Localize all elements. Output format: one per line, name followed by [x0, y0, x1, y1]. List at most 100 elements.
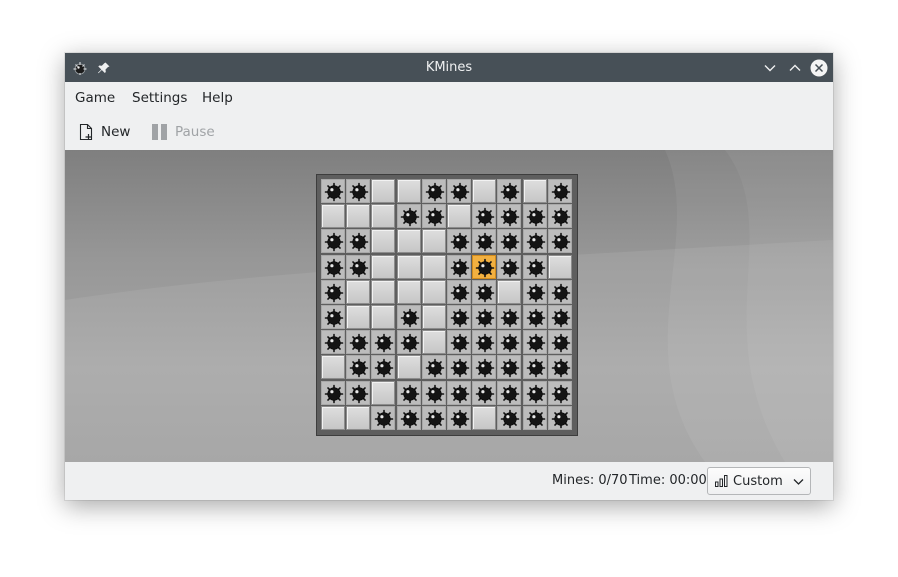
mine-cell[interactable]	[346, 229, 371, 254]
covered-cell[interactable]	[472, 405, 497, 430]
covered-cell[interactable]	[371, 229, 396, 254]
mine-cell[interactable]	[472, 204, 497, 229]
mine-cell[interactable]	[447, 330, 471, 355]
mine-cell[interactable]	[447, 229, 471, 254]
mine-cell[interactable]	[321, 330, 345, 355]
covered-cell[interactable]	[371, 305, 396, 329]
mine-cell[interactable]	[396, 380, 421, 405]
covered-cell[interactable]	[321, 355, 345, 380]
covered-cell[interactable]	[371, 179, 396, 203]
covered-cell[interactable]	[472, 179, 497, 203]
close-icon[interactable]	[809, 53, 829, 82]
covered-cell[interactable]	[497, 279, 522, 304]
mine-cell[interactable]	[547, 204, 572, 229]
mine-cell[interactable]	[396, 305, 421, 329]
mine-cell[interactable]	[321, 380, 345, 405]
covered-cell[interactable]	[396, 179, 421, 203]
covered-cell[interactable]	[321, 204, 345, 229]
mine-cell[interactable]	[547, 305, 572, 329]
mine-cell[interactable]	[371, 330, 396, 355]
mine-cell[interactable]	[472, 305, 497, 329]
mine-cell[interactable]	[522, 229, 547, 254]
mine-cell[interactable]	[522, 279, 547, 304]
covered-cell[interactable]	[371, 380, 396, 405]
menu-settings[interactable]: Settings	[132, 82, 187, 114]
mine-cell[interactable]	[371, 355, 396, 380]
exploded-mine-cell[interactable]	[472, 254, 497, 279]
covered-cell[interactable]	[371, 204, 396, 229]
covered-cell[interactable]	[371, 254, 396, 279]
mine-cell[interactable]	[497, 305, 522, 329]
mine-cell[interactable]	[447, 355, 471, 380]
covered-cell[interactable]	[346, 204, 371, 229]
covered-cell[interactable]	[346, 279, 371, 304]
mine-cell[interactable]	[447, 279, 471, 304]
mine-cell[interactable]	[522, 204, 547, 229]
maximize-icon[interactable]	[786, 53, 804, 82]
mine-cell[interactable]	[497, 204, 522, 229]
covered-cell[interactable]	[421, 330, 446, 355]
mine-cell[interactable]	[472, 355, 497, 380]
mine-cell[interactable]	[497, 330, 522, 355]
covered-cell[interactable]	[522, 179, 547, 203]
mine-cell[interactable]	[497, 229, 522, 254]
covered-cell[interactable]	[396, 279, 421, 304]
covered-cell[interactable]	[396, 254, 421, 279]
covered-cell[interactable]	[346, 305, 371, 329]
mine-cell[interactable]	[396, 204, 421, 229]
mine-cell[interactable]	[497, 405, 522, 430]
mine-cell[interactable]	[421, 355, 446, 380]
pause-button[interactable]: Pause	[151, 118, 215, 146]
covered-cell[interactable]	[547, 254, 572, 279]
mine-cell[interactable]	[522, 355, 547, 380]
title-bar[interactable]: KMines	[65, 53, 833, 82]
mine-cell[interactable]	[547, 380, 572, 405]
mine-cell[interactable]	[547, 355, 572, 380]
mine-cell[interactable]	[321, 305, 345, 329]
mine-cell[interactable]	[421, 204, 446, 229]
menu-help[interactable]: Help	[202, 82, 233, 114]
mine-cell[interactable]	[447, 254, 471, 279]
minimize-icon[interactable]	[761, 53, 779, 82]
mine-cell[interactable]	[497, 179, 522, 203]
mine-cell[interactable]	[421, 179, 446, 203]
mine-cell[interactable]	[321, 279, 345, 304]
covered-cell[interactable]	[421, 305, 446, 329]
covered-cell[interactable]	[421, 279, 446, 304]
mine-cell[interactable]	[346, 355, 371, 380]
mine-cell[interactable]	[346, 179, 371, 203]
new-game-button[interactable]: New	[77, 118, 130, 146]
mine-cell[interactable]	[547, 229, 572, 254]
mine-cell[interactable]	[346, 380, 371, 405]
mine-cell[interactable]	[472, 229, 497, 254]
mine-cell[interactable]	[396, 330, 421, 355]
mine-cell[interactable]	[472, 380, 497, 405]
covered-cell[interactable]	[447, 204, 471, 229]
mine-cell[interactable]	[321, 179, 345, 203]
mine-cell[interactable]	[522, 305, 547, 329]
mine-cell[interactable]	[497, 355, 522, 380]
menu-game[interactable]: Game	[75, 82, 115, 114]
mine-cell[interactable]	[447, 305, 471, 329]
mine-cell[interactable]	[346, 254, 371, 279]
difficulty-select[interactable]: Custom	[707, 467, 811, 495]
mine-cell[interactable]	[447, 405, 471, 430]
mine-cell[interactable]	[547, 405, 572, 430]
mine-cell[interactable]	[472, 330, 497, 355]
mine-cell[interactable]	[522, 330, 547, 355]
mine-cell[interactable]	[547, 330, 572, 355]
mine-cell[interactable]	[396, 405, 421, 430]
mine-cell[interactable]	[547, 179, 572, 203]
mine-cell[interactable]	[547, 279, 572, 304]
mine-cell[interactable]	[421, 405, 446, 430]
mine-cell[interactable]	[321, 254, 345, 279]
mine-cell[interactable]	[522, 405, 547, 430]
mine-cell[interactable]	[321, 229, 345, 254]
mine-cell[interactable]	[346, 330, 371, 355]
mine-cell[interactable]	[497, 254, 522, 279]
covered-cell[interactable]	[396, 229, 421, 254]
covered-cell[interactable]	[321, 405, 345, 430]
covered-cell[interactable]	[346, 405, 371, 430]
mine-cell[interactable]	[472, 279, 497, 304]
covered-cell[interactable]	[421, 229, 446, 254]
